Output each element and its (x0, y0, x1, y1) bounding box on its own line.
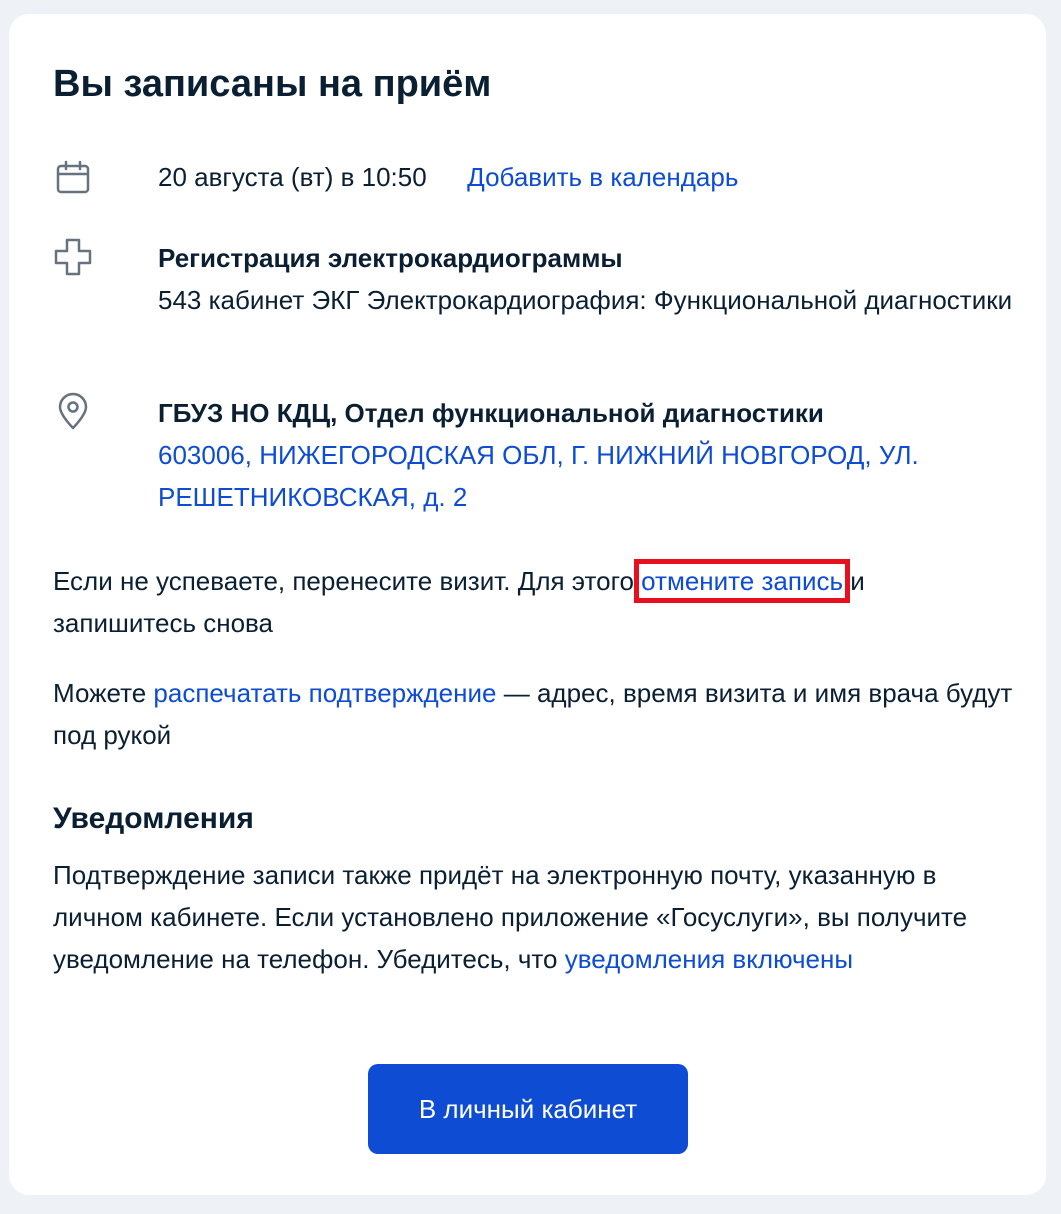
print-text: Можете распечатать подтверждение — адрес… (53, 672, 1013, 756)
page-title: Вы записаны на приём (53, 63, 492, 105)
notifications-enabled-link[interactable]: уведомления включены (565, 944, 853, 974)
clinic-name: ГБУЗ НО КДЦ, Отдел функциональной диагно… (158, 398, 824, 428)
calendar-icon (53, 158, 93, 198)
medical-cross-icon (53, 237, 93, 277)
service-details: 543 кабинет ЭКГ Электрокардиография: Фун… (158, 285, 1013, 315)
print-confirmation-link[interactable]: распечатать подтверждение (153, 678, 496, 708)
reschedule-text: Если не успеваете, перенесите визит. Для… (53, 559, 1013, 644)
personal-cabinet-button[interactable]: В личный кабинет (368, 1064, 688, 1154)
service-name: Регистрация электрокардиограммы (158, 243, 623, 273)
clinic-address-link[interactable]: 603006, НИЖЕГОРОДСКАЯ ОБЛ, Г. НИЖНИЙ НОВ… (158, 434, 1013, 518)
service-row: Регистрация электрокардиограммы 543 каби… (53, 237, 1013, 367)
add-to-calendar-link[interactable]: Добавить в календарь (467, 162, 738, 192)
cancel-appointment-link[interactable]: отмените запись (634, 559, 851, 603)
appointment-datetime: 20 августа (вт) в 10:50 (158, 162, 427, 192)
reschedule-text-before: Если не успеваете, перенесите визит. Для… (53, 566, 642, 596)
date-row: 20 августа (вт) в 10:50 Добавить в кален… (53, 158, 1013, 202)
notifications-heading: Уведомления (53, 802, 254, 835)
appointment-card: Вы записаны на приём 20 августа (вт) в 1… (9, 14, 1046, 1195)
clinic-row: ГБУЗ НО КДЦ, Отдел функциональной диагно… (53, 392, 1013, 522)
print-text-before: Можете (53, 678, 154, 708)
notifications-text: Подтверждение записи также придёт на эле… (53, 854, 1013, 980)
location-pin-icon (53, 392, 93, 432)
